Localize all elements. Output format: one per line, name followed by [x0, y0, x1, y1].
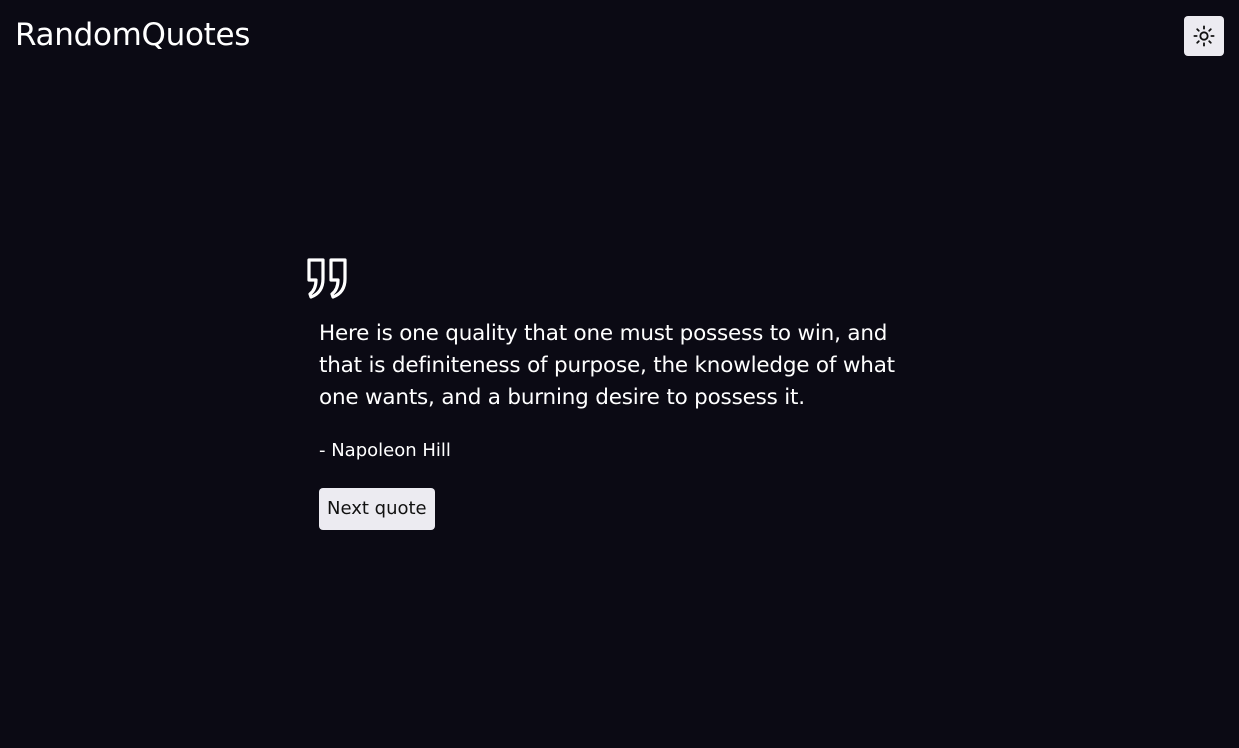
app-title: RandomQuotes	[15, 17, 251, 53]
sun-icon	[1193, 25, 1215, 47]
next-quote-button[interactable]: Next quote	[319, 488, 435, 530]
theme-toggle-button[interactable]	[1184, 16, 1224, 56]
quote-author: - Napoleon Hill	[319, 440, 451, 461]
page: RandomQuotes Here is one quality that on…	[0, 0, 1239, 748]
quote-text: Here is one quality that one must posses…	[319, 321, 895, 410]
quote-icon	[307, 258, 347, 299]
